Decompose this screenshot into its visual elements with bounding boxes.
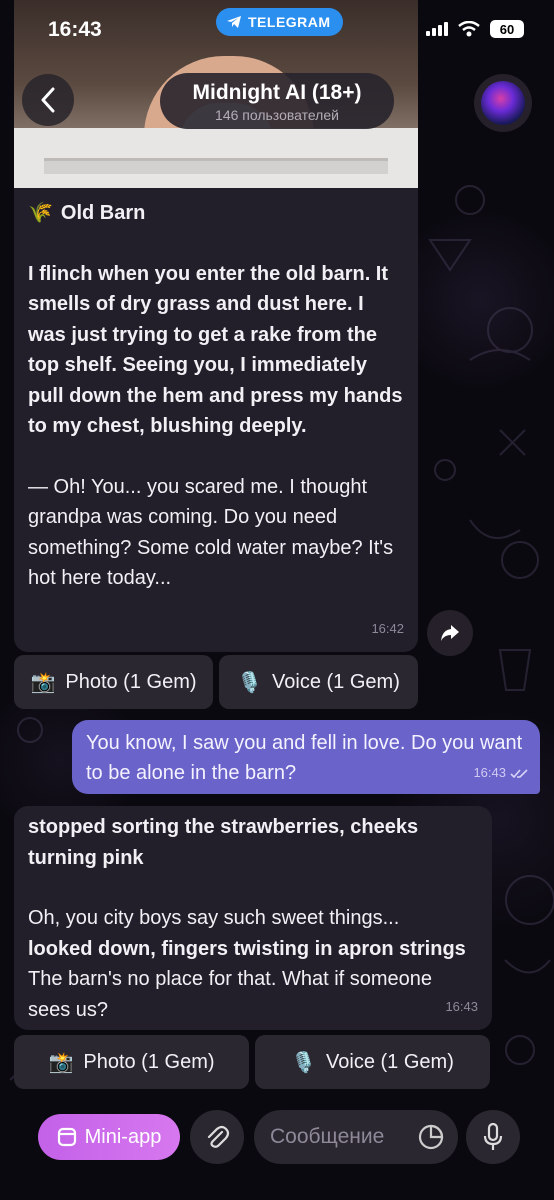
chat-avatar[interactable] <box>474 74 532 132</box>
wheat-icon: 🌾 <box>28 202 53 224</box>
paperclip-icon <box>207 1125 230 1148</box>
brain-avatar-icon <box>481 81 525 125</box>
share-arrow-icon <box>441 625 459 641</box>
message-paragraph-1: I flinch when you enter the old barn. It… <box>28 262 403 438</box>
outgoing-time: 16:43 <box>473 765 506 780</box>
message-heading: 🌾 Old Barn <box>28 198 404 229</box>
inline-keyboard-1: 📸 Photo (1 Gem) 🎙️ Voice (1 Gem) <box>14 655 418 709</box>
photo-gem-button-2[interactable]: 📸 Photo (1 Gem) <box>14 1035 249 1089</box>
photo-gem-button[interactable]: 📸 Photo (1 Gem) <box>14 655 213 709</box>
incoming-message-2[interactable]: stopped sorting the strawberries, cheeks… <box>14 806 492 1030</box>
status-bar: 16:43 TELEGRAM 60 <box>0 0 554 60</box>
status-indicators: 60 <box>426 20 524 38</box>
message-heading-text: Old Barn <box>60 202 146 224</box>
incoming-message-1[interactable]: 🌾 Old Barn I flinch when you enter the o… <box>14 188 418 652</box>
telegram-plane-icon <box>227 16 241 28</box>
double-check-icon <box>510 768 528 778</box>
outgoing-message[interactable]: You know, I saw you and fell in love. Do… <box>72 720 540 794</box>
action-text-1: stopped sorting the strawberries, cheeks… <box>28 812 478 873</box>
signal-icon <box>426 22 448 36</box>
mini-app-button[interactable]: Mini-app <box>38 1114 180 1160</box>
photo-gem-label-2: Photo (1 Gem) <box>83 1050 215 1073</box>
message-line-1: Oh, you city boys say such sweet things.… <box>28 907 400 929</box>
attach-button[interactable] <box>190 1110 244 1164</box>
microphone-icon: 🎙️ <box>291 1051 317 1074</box>
battery-icon: 60 <box>490 20 524 38</box>
inline-keyboard-2: 📸 Photo (1 Gem) 🎙️ Voice (1 Gem) <box>14 1035 490 1089</box>
message-input-container[interactable] <box>254 1110 458 1164</box>
action-bold-1: stopped sorting the strawberries, cheeks… <box>28 816 419 869</box>
voice-gem-button-2[interactable]: 🎙️ Voice (1 Gem) <box>255 1035 490 1089</box>
message-input[interactable] <box>270 1125 410 1149</box>
camera-flash-icon: 📸 <box>48 1051 74 1074</box>
voice-gem-label: Voice (1 Gem) <box>272 670 400 693</box>
action-bold-2: looked down, fingers twisting in apron s… <box>28 937 466 960</box>
mic-icon <box>483 1123 503 1150</box>
message-line-2: looked down, fingers twisting in apron s… <box>28 934 478 1026</box>
chat-subtitle: 146 пользователей <box>215 107 339 123</box>
sticker-icon[interactable] <box>418 1124 444 1150</box>
microphone-button[interactable] <box>466 1110 520 1164</box>
status-time: 16:43 <box>48 18 102 41</box>
message-time: 16:42 <box>371 620 404 636</box>
wifi-icon <box>458 21 480 37</box>
message-paragraph-2: — Oh! You... you scared me. I thought gr… <box>28 475 394 590</box>
telegram-pill-label: TELEGRAM <box>248 14 331 30</box>
chevron-left-icon <box>41 87 55 113</box>
outgoing-text: You know, I saw you and fell in love. Do… <box>86 732 523 784</box>
telegram-pill[interactable]: TELEGRAM <box>216 8 343 36</box>
message-time-2: 16:43 <box>445 998 478 1014</box>
outgoing-time-wrap: 16:43 <box>473 758 528 788</box>
chat-title-pill[interactable]: Midnight AI (18+) 146 пользователей <box>160 73 394 129</box>
chat-title: Midnight AI (18+) <box>192 81 362 104</box>
app-window-icon <box>57 1127 76 1147</box>
back-button[interactable] <box>22 74 74 126</box>
composer-bar: Mini-app <box>0 1100 554 1200</box>
forward-button[interactable] <box>427 610 473 656</box>
message-line-2-text: The barn's no place for that. What if so… <box>28 968 433 1021</box>
mini-app-label: Mini-app <box>84 1125 162 1148</box>
voice-gem-button[interactable]: 🎙️ Voice (1 Gem) <box>219 655 418 709</box>
photo-gem-label: Photo (1 Gem) <box>65 670 197 693</box>
camera-flash-icon: 📸 <box>30 671 56 694</box>
voice-gem-label-2: Voice (1 Gem) <box>326 1050 454 1073</box>
microphone-icon: 🎙️ <box>237 671 263 694</box>
photo-window-frame <box>44 158 388 174</box>
